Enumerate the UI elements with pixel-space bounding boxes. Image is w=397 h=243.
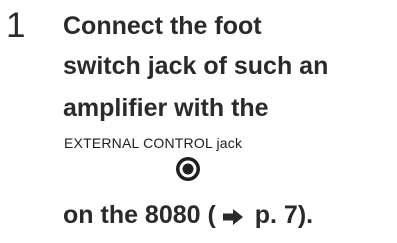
final-line-prefix: on the 8080 ( [63,201,216,229]
instruction-line-3: amplifier with the [63,94,269,122]
arrow-right-icon [222,209,243,225]
step-number: 1 [6,6,26,45]
jack-connector-icon [176,157,200,181]
instruction-line-1: Connect the foot [63,12,262,40]
jack-label: EXTERNAL CONTROL jack [64,135,243,151]
instruction-line-2: switch jack of such an [63,52,329,80]
instruction-line-4: on the 8080 ( p. 7). [63,203,313,228]
page-reference: p. 7). [247,201,314,229]
